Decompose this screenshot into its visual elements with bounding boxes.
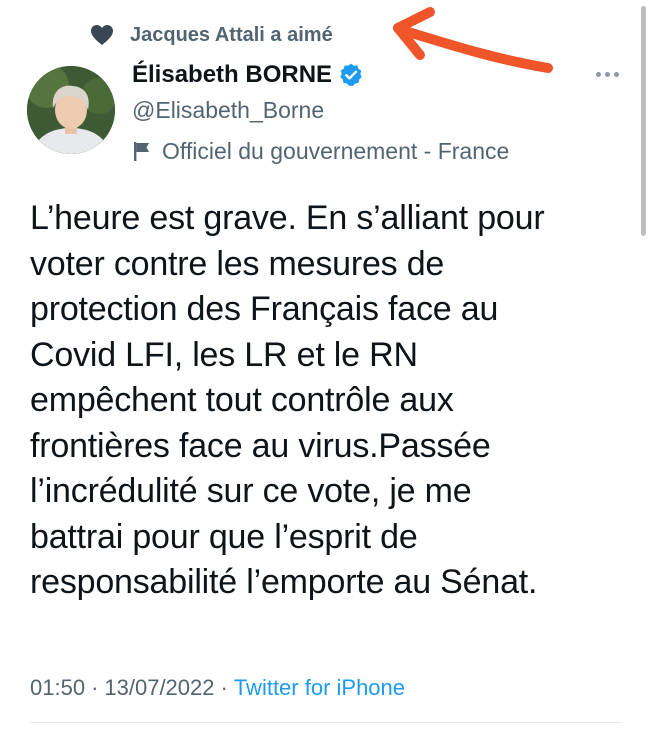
author-display-name[interactable]: Élisabeth BORNE [132, 61, 332, 89]
affiliation-label[interactable]: Officiel du gouvernement - France [132, 134, 509, 168]
verified-badge-icon [340, 63, 362, 87]
more-dot [613, 71, 619, 77]
tweet-time[interactable]: 01:50 [30, 675, 85, 701]
tweet-source-link[interactable]: Twitter for iPhone [234, 675, 405, 701]
tweet-header: Élisabeth BORNE @Elisabeth_Borne Officie… [132, 58, 509, 168]
meta-separator: · [91, 675, 99, 700]
divider [30, 722, 622, 723]
tweet-text: L’heure est grave. En s’alliant pour vot… [30, 199, 545, 601]
affiliation-label-text: Officiel du gouvernement - France [162, 137, 510, 164]
author-name-row[interactable]: Élisabeth BORNE [132, 58, 509, 92]
social-context[interactable]: Jacques Attali a aimé [90, 22, 333, 48]
tweet-date[interactable]: 13/07/2022 [104, 675, 214, 701]
avatar[interactable] [27, 66, 115, 154]
scrollbar[interactable] [641, 6, 646, 236]
more-dot [595, 71, 601, 77]
author-handle[interactable]: @Elisabeth_Borne [132, 94, 509, 126]
flag-icon [134, 142, 149, 161]
meta-separator: · [220, 675, 228, 700]
more-options-icon[interactable] [592, 64, 622, 84]
liked-by-text: Jacques Attali a aimé [130, 23, 333, 46]
heart-icon [90, 23, 114, 47]
more-dot [604, 71, 610, 77]
tweet-meta: 01:50 · 13/07/2022 · Twitter for iPhone [30, 672, 405, 704]
